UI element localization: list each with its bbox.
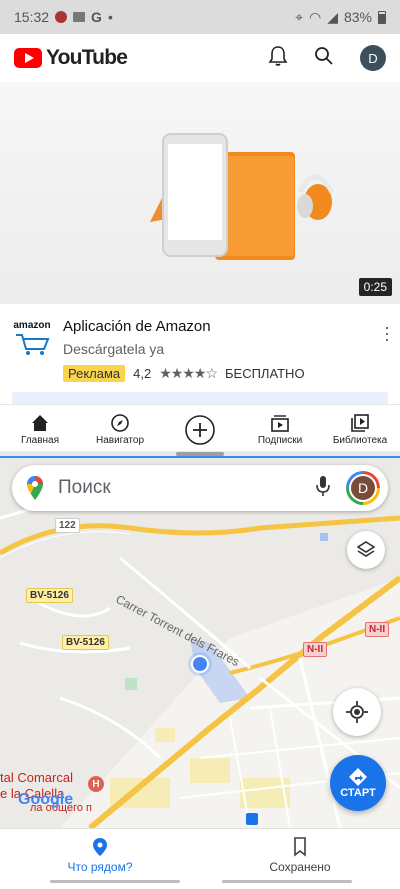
video-player[interactable]: 0:25 bbox=[0, 82, 400, 304]
signal-icon: ◢ bbox=[327, 8, 338, 25]
road-label-n2-b: N-II bbox=[303, 642, 328, 657]
youtube-play-icon bbox=[14, 48, 42, 68]
account-avatar[interactable]: D bbox=[360, 45, 386, 71]
maps-search-bar[interactable]: Поиск D bbox=[12, 465, 388, 511]
tab-explore-label: Что рядом? bbox=[67, 859, 133, 874]
subscriptions-icon bbox=[271, 415, 289, 432]
ad-title: Aplicación de Amazon bbox=[63, 318, 211, 335]
google-icon: G bbox=[91, 9, 102, 25]
layers-button[interactable] bbox=[347, 531, 385, 569]
maps-avatar-letter: D bbox=[349, 474, 377, 502]
start-navigation-button[interactable]: СТАРТ bbox=[330, 755, 386, 811]
start-navigation-label: СТАРТ bbox=[340, 787, 376, 799]
amazon-logo: amazon bbox=[12, 320, 52, 360]
search-icon[interactable] bbox=[314, 46, 334, 71]
youtube-logo[interactable]: YouTube bbox=[14, 46, 128, 70]
ad-stars: ★★★★☆ bbox=[159, 365, 218, 381]
split-screen-handle[interactable] bbox=[176, 452, 224, 456]
google-logo: Google bbox=[18, 791, 74, 808]
home-icon bbox=[32, 415, 48, 431]
nav-home-label: Главная bbox=[20, 435, 60, 446]
dot-icon: • bbox=[107, 9, 113, 25]
pin-icon bbox=[93, 837, 107, 856]
youtube-bottom-nav: Главная Навигатор Подписки Библиотека bbox=[0, 404, 400, 454]
nav-explore-label: Навигатор bbox=[95, 435, 145, 446]
road-label-n2-a: N-II bbox=[365, 622, 390, 637]
status-bar: 15:32 G • ⌖ ◠ ◢ 83% bbox=[0, 0, 400, 34]
wifi-icon: ◠ bbox=[308, 8, 322, 25]
bookmark-icon bbox=[294, 836, 306, 857]
ad-badge: Реклама bbox=[63, 365, 126, 382]
youtube-header: YouTube D bbox=[0, 34, 400, 82]
my-location-icon bbox=[346, 701, 368, 723]
cart-icon bbox=[16, 334, 50, 355]
nav-home[interactable]: Главная bbox=[0, 405, 80, 454]
youtube-wordmark: YouTube bbox=[46, 46, 128, 69]
hospital-icon[interactable]: H bbox=[88, 776, 104, 792]
ad-card[interactable]: amazon Aplicación de Amazon Descárgatela… bbox=[0, 304, 400, 404]
ad-rating: 4,2 bbox=[133, 366, 152, 381]
nav-create[interactable] bbox=[160, 405, 240, 454]
ad-price: БЕСПЛАТНО bbox=[225, 366, 305, 381]
road-label-bv5126-a: BV-5126 bbox=[26, 588, 73, 603]
maps-pin-icon bbox=[27, 476, 43, 500]
maps-account-avatar[interactable]: D bbox=[346, 471, 380, 505]
gesture-bar-left bbox=[50, 880, 180, 883]
my-location-button[interactable] bbox=[333, 688, 381, 736]
tab-saved-label: Сохранено bbox=[269, 859, 331, 874]
nav-subscriptions[interactable]: Подписки bbox=[240, 405, 320, 454]
battery-percent: 83% bbox=[343, 9, 372, 25]
more-options-icon[interactable]: · · · bbox=[384, 318, 390, 348]
road-label-bv5126-b: BV-5126 bbox=[62, 635, 109, 650]
microphone-icon[interactable] bbox=[316, 475, 330, 502]
nav-subscriptions-label: Подписки bbox=[257, 435, 303, 446]
image-icon bbox=[73, 12, 86, 22]
transit-icon[interactable] bbox=[246, 813, 258, 825]
road-label-122: 122 bbox=[55, 518, 80, 533]
battery-icon bbox=[378, 10, 386, 24]
location-icon: ⌖ bbox=[295, 8, 303, 25]
ad-cta-strip[interactable] bbox=[12, 392, 388, 404]
video-duration: 0:25 bbox=[358, 278, 392, 296]
library-icon bbox=[351, 414, 369, 432]
ad-subtitle: Descárgatela ya bbox=[63, 341, 165, 357]
bell-icon[interactable] bbox=[268, 45, 288, 72]
directions-icon bbox=[349, 768, 367, 786]
poi-hospital-label: tal Comarcal bbox=[0, 770, 73, 785]
gesture-bar-right bbox=[222, 880, 352, 883]
maps-search-input[interactable]: Поиск bbox=[58, 477, 316, 499]
nav-library-label: Библиотека bbox=[332, 435, 388, 446]
add-icon bbox=[185, 414, 215, 445]
layers-icon bbox=[356, 541, 376, 557]
nav-explore[interactable]: Навигатор bbox=[80, 405, 160, 454]
ladybug-icon bbox=[55, 11, 68, 23]
video-thumbnail-illustration bbox=[150, 133, 335, 260]
status-time: 15:32 bbox=[14, 9, 50, 25]
amazon-logo-text: amazon bbox=[13, 320, 51, 331]
compass-icon bbox=[111, 414, 129, 432]
nav-library[interactable]: Библиотека bbox=[320, 405, 400, 454]
